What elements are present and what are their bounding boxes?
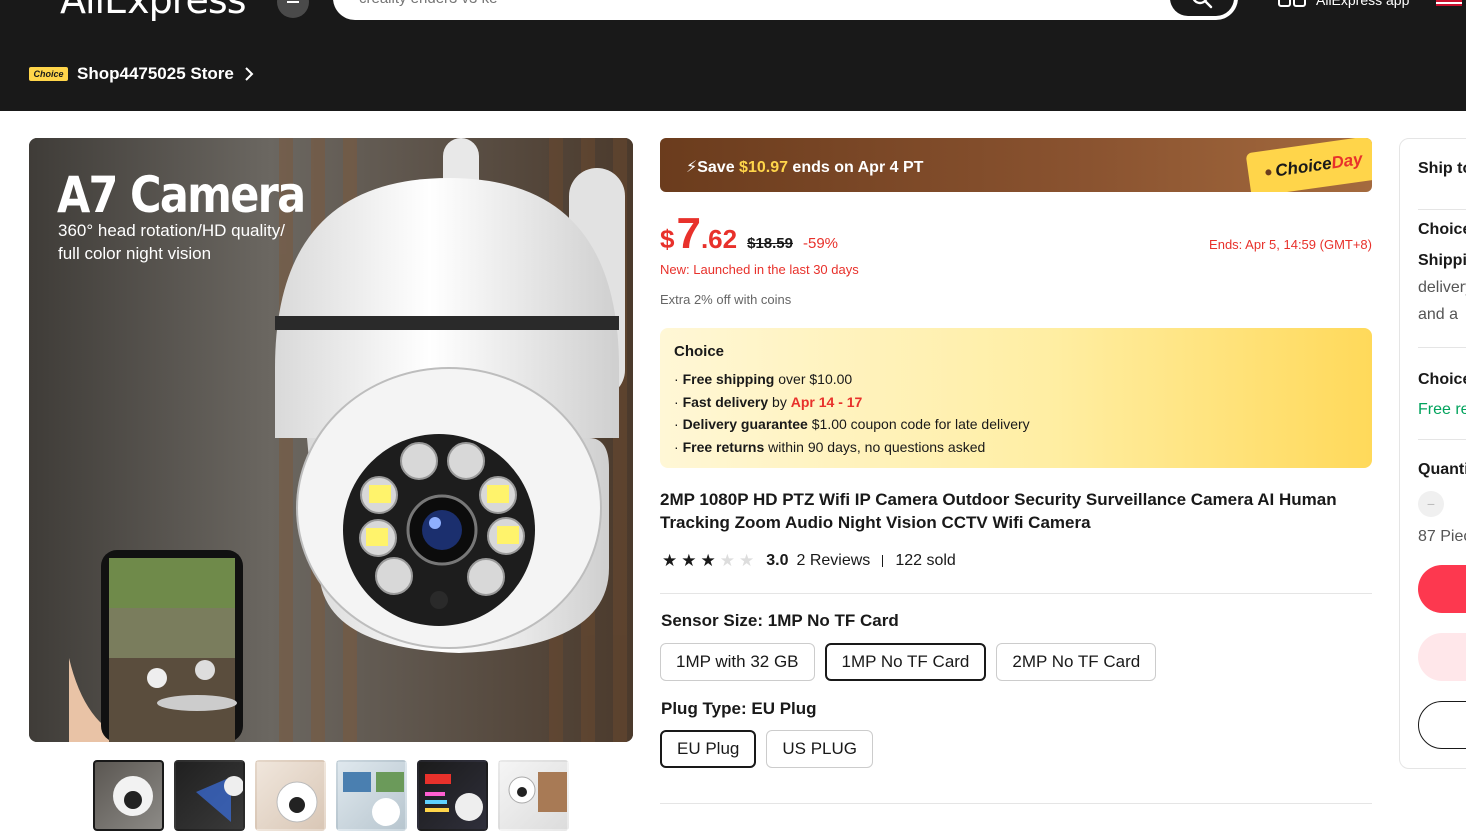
divider xyxy=(882,555,884,567)
sensor-size-options: 1MP with 32 GB 1MP No TF Card 2MP No TF … xyxy=(660,643,1157,681)
thumbnail[interactable] xyxy=(498,760,569,831)
price-integer: 7 xyxy=(676,209,701,258)
choice-box-title: Choice xyxy=(674,343,725,360)
benefit-fast-delivery: · Fast delivery by Apr 14 - 17 xyxy=(674,393,863,410)
benefit-free-returns: · Free returns within 90 days, no questi… xyxy=(674,439,986,456)
search-icon xyxy=(1192,0,1213,9)
product-title: 2MP 1080P HD PTZ Wifi IP Camera Outdoor … xyxy=(660,490,1337,532)
buy-now-button[interactable] xyxy=(1418,565,1466,613)
coins-discount: Extra 2% off with coins xyxy=(660,292,792,307)
store-name: Shop4475025 Store xyxy=(77,64,234,83)
thumbnail[interactable] xyxy=(174,760,245,831)
original-price: $18.59 xyxy=(747,235,793,252)
rating-row: ★ ★ ★ ★ ★ 3.0 2 Reviews 122 sold xyxy=(662,551,956,571)
choice-badge: Choice xyxy=(29,67,68,81)
sold-count: 122 sold xyxy=(895,552,956,569)
divider xyxy=(1418,347,1466,348)
image-subtitle-2: full color night vision xyxy=(58,244,212,263)
pieces-available: 87 Pieces xyxy=(1418,528,1466,545)
main-product-image[interactable]: A7 Camera 360° head rotation/HD quality/… xyxy=(29,138,633,742)
divider xyxy=(660,593,1372,594)
star-empty-icon: ★ xyxy=(739,551,755,570)
search-button[interactable] xyxy=(1170,0,1234,16)
promo-text: ⚡Save $10.97 ends on Apr 4 PT xyxy=(686,159,924,176)
divider xyxy=(660,803,1372,804)
search-bar xyxy=(333,0,1238,20)
plug-option[interactable]: US PLUG xyxy=(766,730,874,768)
search-input[interactable] xyxy=(359,0,1139,7)
star-icon: ★ xyxy=(700,551,716,570)
discount-percent: -59% xyxy=(803,235,839,252)
thumbnail[interactable] xyxy=(255,760,326,831)
divider xyxy=(1418,209,1466,210)
sensor-size-label: Sensor Size: 1MP No TF Card xyxy=(661,611,899,630)
star-icon: ★ xyxy=(662,551,678,570)
star-empty-icon: ★ xyxy=(719,551,735,570)
choice-day-banner: ⚡Save $10.97 ends on Apr 4 PT ChoiceDay xyxy=(660,138,1372,192)
benefit-delivery-guarantee: · Delivery guarantee $1.00 coupon code f… xyxy=(674,416,1030,433)
purchase-card: Ship to Choice Shipping delivery and a C… xyxy=(1399,138,1466,769)
choice-label: Choice xyxy=(1418,221,1466,238)
plug-type-label: Plug Type: EU Plug xyxy=(661,699,817,718)
thumbnail-strip xyxy=(93,760,569,831)
star-icon: ★ xyxy=(681,551,697,570)
sale-end-time: Ends: Apr 5, 14:59 (GMT+8) xyxy=(1209,237,1372,252)
choice-benefits-box[interactable]: Choice · Free shipping over $10.00 · Fas… xyxy=(660,328,1372,468)
add-to-cart-button[interactable] xyxy=(1418,633,1466,681)
plug-option[interactable]: EU Plug xyxy=(660,730,757,768)
image-heading: A7 Camera xyxy=(57,166,306,224)
sensor-option[interactable]: 1MP with 32 GB xyxy=(660,643,815,681)
app-download-link[interactable]: AliExpress app xyxy=(1278,0,1409,8)
wishlist-button[interactable] xyxy=(1418,701,1466,749)
quantity-decrease-button[interactable]: − xyxy=(1418,491,1444,517)
reviews-link[interactable]: 2 Reviews xyxy=(797,552,871,570)
quantity-label: Quantity xyxy=(1418,461,1466,478)
price-row: $ 7 .62 $18.59 -59% xyxy=(660,212,838,256)
price-currency: $ xyxy=(660,224,675,254)
price-decimal: .62 xyxy=(700,224,738,254)
thumbnail[interactable] xyxy=(93,760,164,831)
delivery-text-2: and a xyxy=(1418,306,1459,323)
categories-menu-button[interactable] xyxy=(277,0,309,18)
choice-label-2: Choice xyxy=(1418,371,1466,388)
app-label: AliExpress app xyxy=(1316,0,1410,8)
rating-score: 3.0 xyxy=(766,552,789,569)
choice-day-tag: ChoiceDay xyxy=(1245,138,1372,192)
top-header: AliExpress AliExpress app Choice Shop447… xyxy=(0,0,1466,111)
benefit-free-shipping: · Free shipping over $10.00 xyxy=(674,371,853,387)
delivery-text: delivery xyxy=(1418,279,1466,296)
thumbnail[interactable] xyxy=(336,760,407,831)
aliexpress-logo[interactable]: AliExpress xyxy=(60,0,246,22)
sensor-option[interactable]: 2MP No TF Card xyxy=(996,643,1157,681)
flash-icon: ⚡ xyxy=(686,159,698,176)
shipping-label: Shipping xyxy=(1418,252,1466,269)
store-link[interactable]: Choice Shop4475025 Store xyxy=(29,64,255,84)
chevron-right-icon xyxy=(245,67,254,81)
menu-icon xyxy=(287,1,299,3)
image-subtitle-1: 360° head rotation/HD quality/ xyxy=(58,221,285,240)
us-flag-icon[interactable] xyxy=(1436,0,1462,6)
mobile-app-icon xyxy=(1278,0,1306,7)
sensor-option[interactable]: 1MP No TF Card xyxy=(824,643,987,681)
free-returns-label: Free returns xyxy=(1418,401,1466,418)
new-launch-note: New: Launched in the last 30 days xyxy=(660,262,859,277)
thumbnail[interactable] xyxy=(417,760,488,831)
ship-to-label[interactable]: Ship to xyxy=(1418,160,1466,178)
divider xyxy=(1418,439,1466,440)
save-amount: $10.97 xyxy=(739,159,788,176)
plug-type-options: EU Plug US PLUG xyxy=(660,730,874,768)
